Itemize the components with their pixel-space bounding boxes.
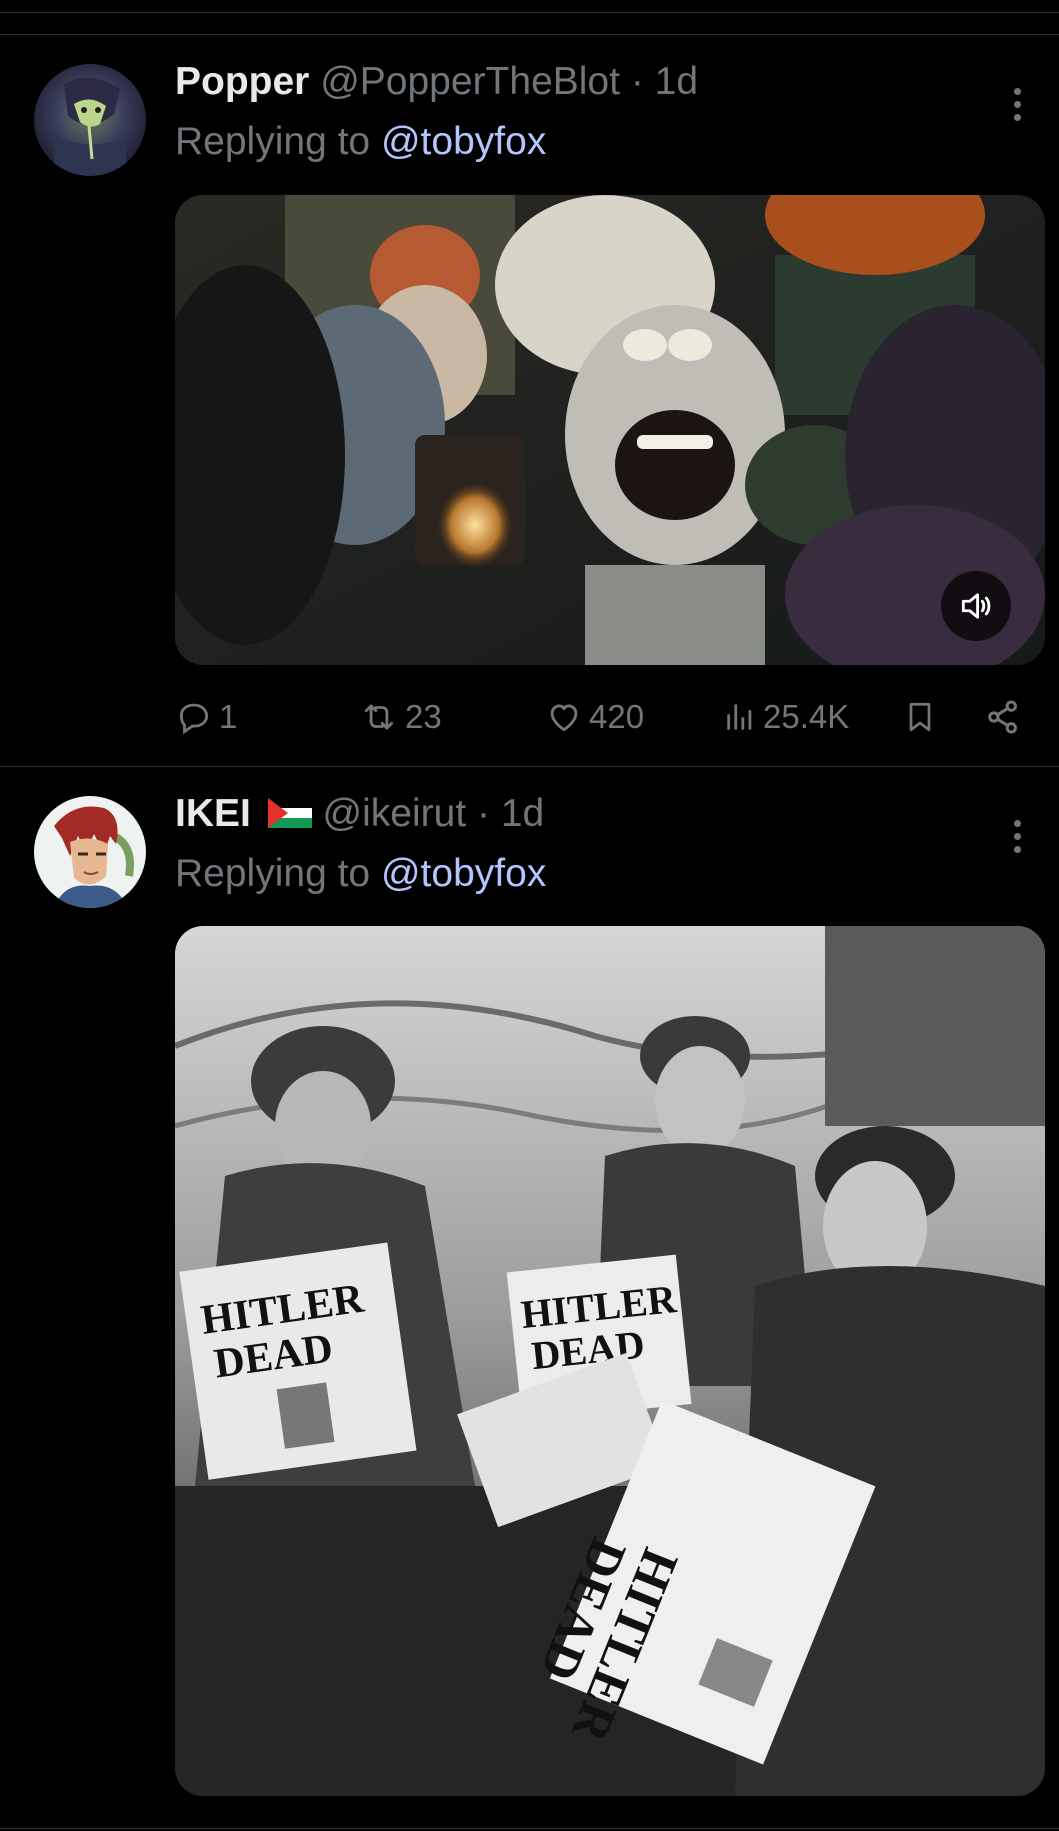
reply-button[interactable]: 1 [175, 692, 237, 742]
reply-icon [179, 703, 209, 735]
video-player[interactable] [175, 195, 1045, 665]
mute-toggle-button[interactable] [941, 571, 1011, 641]
tweet-actions: 1 23 420 25.4K [175, 692, 1045, 742]
divider [0, 12, 1059, 13]
tweet-2[interactable]: IKEI @ikeirut · 1d Replying to @tobyfox [0, 766, 1059, 1831]
more-options-icon[interactable] [997, 816, 1037, 856]
timestamp[interactable]: 1d [655, 60, 698, 103]
photo-image: HITLER DEAD HITLER DEAD HITLER DEAD [175, 926, 1045, 1796]
avatar[interactable] [34, 64, 146, 176]
avatar[interactable] [34, 796, 146, 908]
share-icon [988, 700, 1017, 734]
photo[interactable]: HITLER DEAD HITLER DEAD HITLER DEAD [175, 926, 1045, 1796]
tweet-header: Popper @PopperTheBlot · 1d [175, 58, 698, 106]
mention-link[interactable]: @tobyfox [381, 120, 546, 163]
separator: · [630, 60, 644, 103]
speaker-icon [961, 593, 991, 619]
more-options-icon[interactable] [997, 84, 1037, 124]
replying-to: Replying to @tobyfox [175, 118, 546, 166]
replying-prefix: Replying to [175, 852, 371, 895]
like-count: 420 [589, 698, 645, 735]
share-button[interactable] [983, 692, 1023, 742]
views-count: 25.4K [763, 698, 850, 735]
display-name[interactable]: Popper [175, 60, 309, 103]
handle[interactable]: @ikeirut [323, 792, 467, 835]
like-button[interactable]: 420 [545, 692, 644, 742]
separator: · [477, 792, 491, 835]
reply-count: 1 [219, 698, 238, 735]
handle[interactable]: @PopperTheBlot [320, 60, 620, 103]
replying-to: Replying to @tobyfox [175, 850, 546, 898]
divider [0, 1828, 1059, 1829]
tweet-header: IKEI @ikeirut · 1d [175, 790, 544, 838]
timestamp[interactable]: 1d [501, 792, 544, 835]
views-button[interactable]: 25.4K [723, 692, 849, 742]
timeline: Popper @PopperTheBlot · 1d Replying to @… [0, 0, 1059, 1831]
repost-icon [364, 704, 394, 730]
bookmark-button[interactable] [902, 692, 938, 742]
replying-prefix: Replying to [175, 120, 371, 163]
palestine-flag-icon [267, 798, 312, 828]
tweet-1[interactable]: Popper @PopperTheBlot · 1d Replying to @… [0, 34, 1059, 766]
views-icon [727, 704, 752, 730]
repost-count: 23 [405, 698, 442, 735]
mention-link[interactable]: @tobyfox [381, 852, 546, 895]
display-name[interactable]: IKEI [175, 792, 251, 835]
video-frame [175, 195, 1045, 665]
heart-icon [550, 704, 578, 732]
bookmark-icon [909, 702, 931, 732]
repost-button[interactable]: 23 [359, 692, 442, 742]
